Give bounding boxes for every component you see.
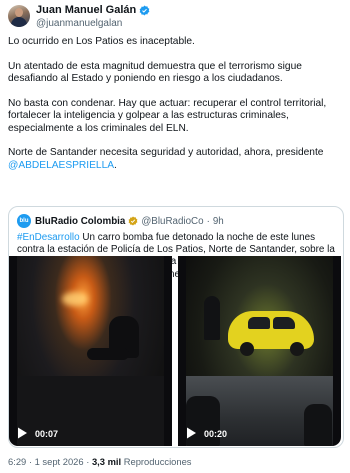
- mention-link[interactable]: @ABDELAESPRIELLA: [8, 160, 114, 171]
- tweet-paragraph: No basta con condenar. Hay que actuar: r…: [8, 97, 330, 134]
- video-frame-2: [186, 256, 333, 446]
- avatar[interactable]: [8, 5, 30, 27]
- play-icon[interactable]: [184, 426, 198, 440]
- fire-glow: [62, 292, 88, 306]
- bluradio-logo[interactable]: blu: [17, 214, 31, 228]
- tweet-time[interactable]: 6:29: [8, 456, 26, 467]
- separator-dot: ·: [83, 456, 92, 467]
- author-handle[interactable]: @juanmanuelgalan: [36, 18, 122, 29]
- video-frame-1: [17, 256, 164, 446]
- tweet-paragraph-text: Norte de Santander necesita seguridad y …: [8, 147, 327, 158]
- tweet-header: Juan Manuel Galán @juanmanuelgalan: [8, 4, 342, 30]
- yellow-car: [228, 311, 314, 356]
- author-name[interactable]: Juan Manuel Galán: [36, 4, 136, 16]
- author-name-row: Juan Manuel Galán: [36, 4, 150, 16]
- mention-suffix: .: [114, 159, 117, 171]
- separator-dot: ·: [26, 456, 35, 467]
- person-silhouette: [204, 296, 220, 340]
- play-icon[interactable]: [15, 426, 29, 440]
- tweet-meta: 6:29 · 1 sept 2026 · 3,3 mil Reproduccio…: [8, 456, 191, 467]
- quoted-author-handle[interactable]: @BluRadioCo: [141, 216, 203, 227]
- separator-dot: ·: [206, 215, 210, 227]
- tweet-text: Lo ocurrido en Los Patios es inaceptable…: [8, 36, 344, 184]
- video-player-1[interactable]: 00:07: [9, 256, 172, 446]
- avatar-head: [15, 8, 23, 17]
- tweet-paragraph: Un atentado de esta magnitud demuestra q…: [8, 60, 305, 85]
- person-silhouette: [304, 404, 332, 446]
- verified-badge-icon: [128, 216, 138, 226]
- views-count: 3,3 mil: [91, 456, 122, 467]
- car-wheel: [290, 342, 304, 356]
- tweet-date[interactable]: 1 sept 2026: [35, 456, 84, 467]
- avatar-body: [11, 17, 27, 27]
- quoted-tweet-header: blu BluRadio Colombia @BluRadioCo · 9h: [17, 214, 224, 228]
- car-window: [248, 317, 270, 329]
- tweet-paragraph: Norte de Santander necesita seguridad y …: [8, 147, 344, 172]
- tweet-paragraph: Lo ocurrido en Los Patios es inaceptable…: [8, 36, 195, 47]
- quoted-author-name[interactable]: BluRadio Colombia: [35, 216, 125, 227]
- verified-badge-icon: [139, 5, 150, 15]
- video-player-2[interactable]: 00:20: [178, 256, 341, 446]
- quoted-tweet-age[interactable]: 9h: [213, 216, 224, 227]
- car-wheel: [240, 342, 254, 356]
- views-label: Reproducciones: [121, 456, 192, 467]
- car-window: [273, 317, 295, 329]
- hashtag-link[interactable]: #EnDesarrollo: [17, 232, 80, 243]
- motorcycle-silhouette: [87, 348, 129, 360]
- video-duration: 00:20: [204, 429, 228, 439]
- video-duration: 00:07: [35, 429, 59, 439]
